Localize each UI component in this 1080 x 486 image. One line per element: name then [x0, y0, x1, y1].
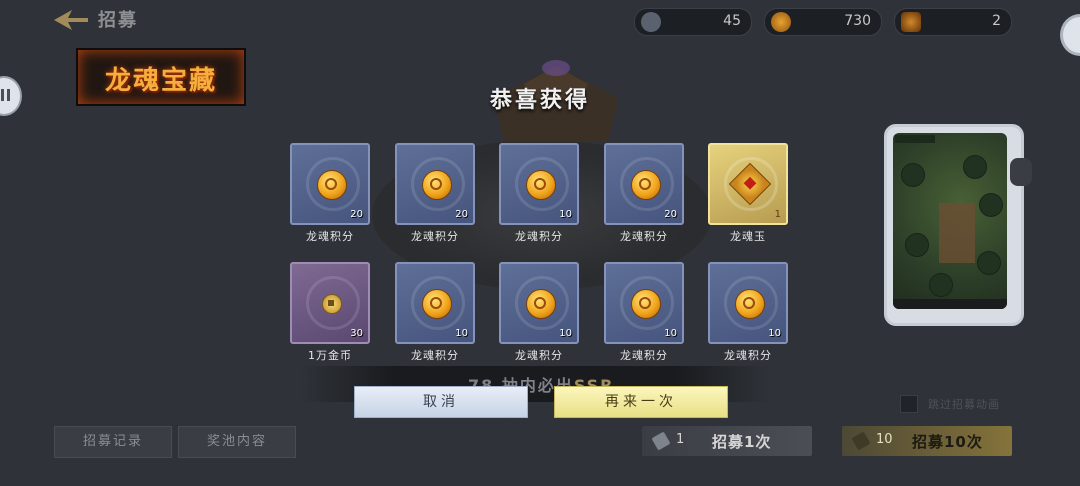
reward-name: 龙魂积分 — [515, 349, 563, 362]
reward-name: 龙魂积分 — [411, 349, 459, 362]
game-navbar — [893, 299, 1007, 309]
settings-circle-button[interactable] — [1060, 14, 1080, 56]
reward-qty: 10 — [559, 328, 572, 339]
pause-bar-right — [7, 89, 10, 101]
reward-card[interactable]: 10 — [395, 262, 475, 344]
reward-name: 龙魂积分 — [306, 230, 354, 243]
recruit-again-button[interactable]: 再来一次 — [554, 386, 728, 418]
gem-icon — [901, 12, 921, 32]
reward-card[interactable]: 20 — [290, 143, 370, 225]
ticket-icon — [651, 431, 671, 451]
pool-content-button[interactable]: 奖池内容 — [178, 426, 296, 458]
dragon-soul-coin-icon — [422, 289, 452, 319]
recruit-ten-button[interactable]: 10 招募10次 — [842, 426, 1012, 456]
ticket-counter: 45 — [634, 8, 752, 36]
recruit-one-button[interactable]: 1 招募1次 — [642, 426, 812, 456]
reward-qty: 10 — [768, 328, 781, 339]
reward-card[interactable]: 20 — [395, 143, 475, 225]
pause-button[interactable] — [0, 76, 22, 116]
dragon-soul-coin-icon — [631, 170, 661, 200]
tree-icon — [979, 193, 1003, 217]
reward-qty: 20 — [455, 209, 468, 220]
tree-icon — [901, 163, 925, 187]
gem-counter: 2 — [894, 8, 1012, 36]
recruit-one-cost: 1 — [676, 432, 685, 447]
skip-animation-label: 跳过招募动画 — [928, 398, 1000, 411]
reward-title: 恭喜获得 — [489, 87, 590, 113]
reward-name: 1万金币 — [308, 349, 352, 362]
reward-card[interactable]: 20 — [604, 143, 684, 225]
pause-bar-left — [1, 89, 4, 101]
gem-value: 2 — [992, 13, 1001, 29]
tree-icon — [963, 155, 987, 179]
recruit-ten-cost: 10 — [876, 432, 893, 447]
coin-value: 730 — [844, 13, 871, 29]
dragon-soul-coin-icon — [735, 289, 765, 319]
reward-qty: 1 — [774, 209, 781, 220]
reward-qty: 20 — [664, 209, 677, 220]
reward-name: 龙魂积分 — [515, 230, 563, 243]
reward-qty: 10 — [559, 209, 572, 220]
back-arrow-icon[interactable] — [52, 8, 90, 32]
reward-card[interactable]: 1 — [708, 143, 788, 225]
reward-card[interactable]: 10 — [604, 262, 684, 344]
reward-qty: 20 — [350, 209, 363, 220]
coin-icon — [771, 12, 791, 32]
ticket-icon — [641, 12, 661, 32]
gold-coin-icon — [322, 294, 342, 314]
reward-card[interactable]: 30 — [290, 262, 370, 344]
recruit-ten-label: 招募10次 — [912, 433, 983, 451]
dragon-soul-coin-icon — [317, 170, 347, 200]
reward-qty: 10 — [455, 328, 468, 339]
reward-name: 龙魂积分 — [724, 349, 772, 362]
reward-name: 龙魂玉 — [730, 230, 766, 243]
game-preview — [893, 133, 1007, 309]
ticket-icon — [851, 431, 871, 451]
tree-icon — [977, 251, 1001, 275]
side-tab-handle[interactable] — [1010, 158, 1032, 186]
game-hud — [895, 135, 935, 143]
dragon-soul-coin-icon — [526, 170, 556, 200]
recruit-history-button[interactable]: 招募记录 — [54, 426, 172, 458]
reward-qty: 30 — [350, 328, 363, 339]
dragon-soul-coin-icon — [631, 289, 661, 319]
reward-card[interactable]: 10 — [499, 143, 579, 225]
reward-name: 龙魂积分 — [620, 230, 668, 243]
skip-animation-checkbox[interactable] — [900, 395, 918, 413]
cancel-button[interactable]: 取消 — [354, 386, 528, 418]
game-path — [939, 203, 975, 263]
ticket-value: 45 — [723, 13, 741, 29]
recruit-one-label: 招募1次 — [712, 433, 772, 451]
tree-icon — [929, 273, 953, 297]
coin-counter: 730 — [764, 8, 882, 36]
reward-name: 龙魂积分 — [620, 349, 668, 362]
tree-icon — [905, 233, 929, 257]
reward-card[interactable]: 10 — [708, 262, 788, 344]
event-banner: 龙魂宝藏 — [76, 48, 246, 106]
reward-name: 龙魂积分 — [411, 230, 459, 243]
page-title: 招募 — [98, 10, 138, 31]
dragon-soul-coin-icon — [422, 170, 452, 200]
reward-card[interactable]: 10 — [499, 262, 579, 344]
floating-game-window[interactable] — [884, 124, 1024, 326]
reward-qty: 10 — [664, 328, 677, 339]
event-banner-title: 龙魂宝藏 — [104, 66, 217, 96]
dragon-soul-coin-icon — [526, 289, 556, 319]
